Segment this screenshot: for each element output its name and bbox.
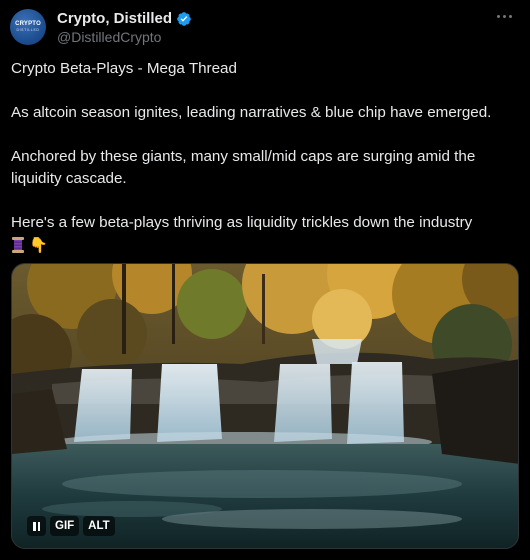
avatar[interactable]: CRYPTO DISTILLED xyxy=(10,9,46,45)
tweet-line: Crypto Beta-Plays - Mega Thread xyxy=(11,60,237,77)
pointing-down-icon: 👇 xyxy=(29,236,48,254)
tweet-line: Anchored by these giants, many small/mid… xyxy=(11,148,476,187)
alt-text-button[interactable]: ALT xyxy=(83,516,115,536)
handle[interactable]: @DistilledCrypto xyxy=(57,29,161,45)
verified-badge-icon[interactable] xyxy=(176,11,192,27)
thread-spool-icon xyxy=(11,236,25,254)
tweet-line: As altcoin season ignites, leading narra… xyxy=(11,104,492,121)
tweet-text: Crypto Beta-Plays - Mega Thread As altco… xyxy=(11,58,516,256)
emoji-row: 👇 xyxy=(11,234,516,256)
pause-icon[interactable] xyxy=(27,516,46,536)
gif-media[interactable]: GIF ALT xyxy=(11,263,519,549)
tweet: CRYPTO DISTILLED Crypto, Distilled @Dist… xyxy=(0,0,530,560)
media-controls: GIF ALT xyxy=(27,516,115,536)
display-name[interactable]: Crypto, Distilled xyxy=(57,10,192,27)
more-options-icon[interactable] xyxy=(492,6,516,26)
avatar-logo-text: CRYPTO xyxy=(15,21,41,27)
display-name-text[interactable]: Crypto, Distilled xyxy=(57,10,172,27)
avatar-logo-subtext: DISTILLED xyxy=(16,28,40,32)
tweet-line: Here's a few beta-plays thriving as liqu… xyxy=(11,214,473,231)
gif-badge: GIF xyxy=(50,516,80,536)
waterfall-image xyxy=(12,264,518,548)
